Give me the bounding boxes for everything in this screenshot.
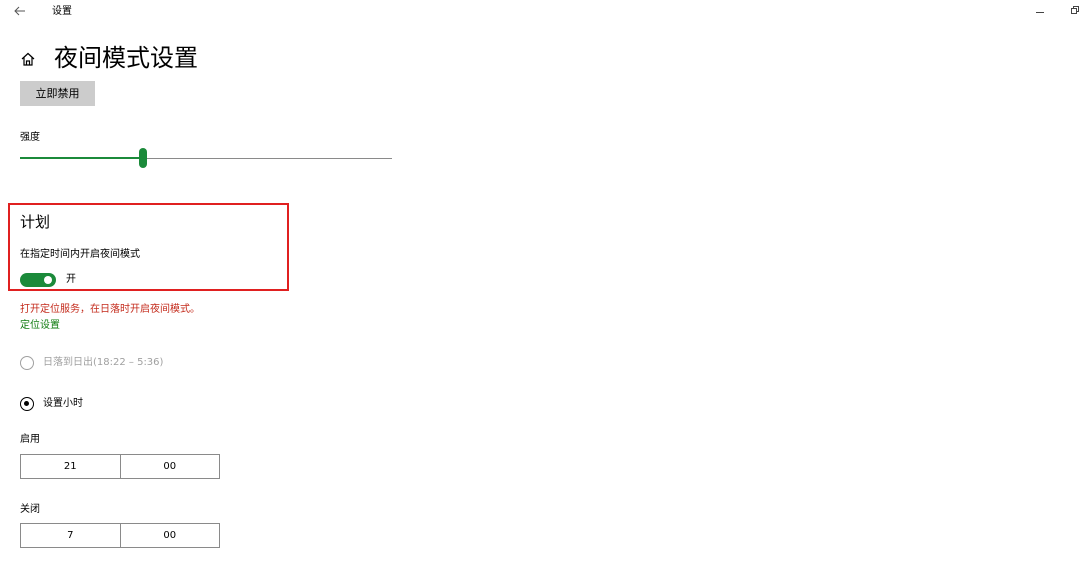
- home-icon[interactable]: [20, 51, 36, 67]
- title-bar: 设置: [0, 0, 1080, 26]
- slider-thumb[interactable]: [139, 148, 147, 168]
- set-hours-label: 设置小时: [43, 398, 83, 409]
- back-arrow-icon[interactable]: [13, 4, 27, 18]
- turn-off-minute[interactable]: 00: [119, 524, 220, 547]
- schedule-section-title: 计划: [20, 213, 51, 231]
- turn-off-time-picker[interactable]: 7 00: [20, 523, 220, 548]
- slider-track-empty: [143, 158, 392, 159]
- slider-track-filled: [20, 157, 143, 159]
- schedule-toggle-label: 在指定时间内开启夜间模式: [20, 249, 140, 260]
- location-notice: 打开定位服务，在日落时开启夜间模式。: [20, 304, 200, 315]
- strength-label: 强度: [20, 132, 40, 143]
- turn-off-label: 关闭: [20, 504, 40, 515]
- turn-off-hour[interactable]: 7: [21, 524, 120, 547]
- set-hours-radio[interactable]: [20, 397, 34, 411]
- disable-now-button[interactable]: 立即禁用: [20, 81, 95, 106]
- location-settings-link[interactable]: 定位设置: [20, 319, 60, 333]
- restore-icon[interactable]: [1071, 6, 1079, 14]
- page-title: 夜间模式设置: [54, 44, 198, 72]
- turn-on-hour[interactable]: 21: [21, 455, 120, 478]
- turn-on-time-picker[interactable]: 21 00: [20, 454, 220, 479]
- turn-on-minute[interactable]: 00: [119, 455, 220, 478]
- sunset-to-sunrise-label: 日落到日出(18:22 – 5:36): [43, 357, 164, 368]
- toggle-knob: [44, 276, 52, 284]
- schedule-toggle-switch[interactable]: [20, 273, 56, 287]
- turn-on-label: 启用: [20, 434, 40, 445]
- sunset-to-sunrise-radio[interactable]: [20, 356, 34, 370]
- strength-slider[interactable]: [20, 148, 392, 168]
- minimize-icon[interactable]: [1036, 12, 1044, 13]
- toggle-state-label: 开: [66, 274, 76, 285]
- window-title: 设置: [52, 6, 72, 17]
- radio-selected-dot: [24, 401, 29, 406]
